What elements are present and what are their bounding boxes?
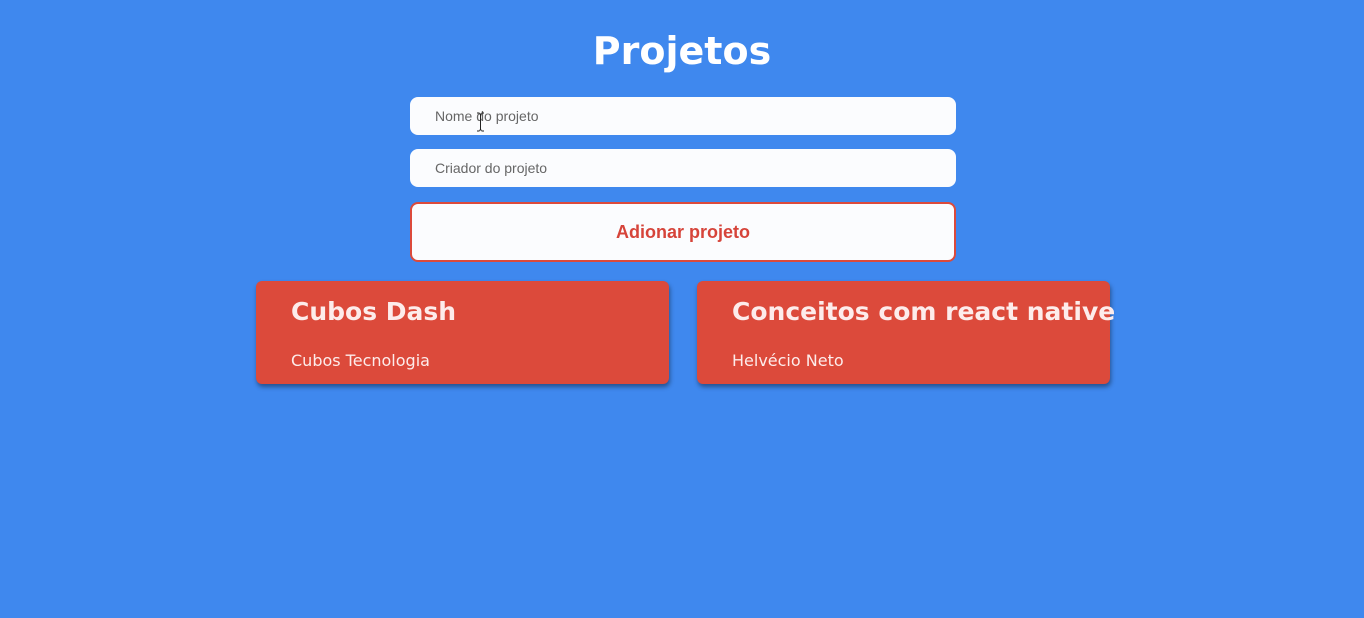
project-owner-input[interactable]: [410, 149, 956, 187]
add-project-button[interactable]: Adionar projeto: [410, 202, 956, 262]
project-name-input[interactable]: [410, 97, 956, 135]
page-title: Projetos: [592, 29, 772, 73]
projects-page: Projetos Adionar projeto Cubos Dash Cubo…: [0, 0, 1364, 618]
project-title: Cubos Dash: [291, 297, 457, 326]
project-owner: Helvécio Neto: [732, 351, 844, 370]
project-card: Cubos Dash Cubos Tecnologia: [256, 281, 669, 384]
project-title: Conceitos com react native: [732, 297, 1116, 326]
project-owner: Cubos Tecnologia: [291, 351, 430, 370]
text-cursor-icon: [477, 112, 484, 132]
project-card: Conceitos com react native Helvécio Neto: [697, 281, 1115, 384]
